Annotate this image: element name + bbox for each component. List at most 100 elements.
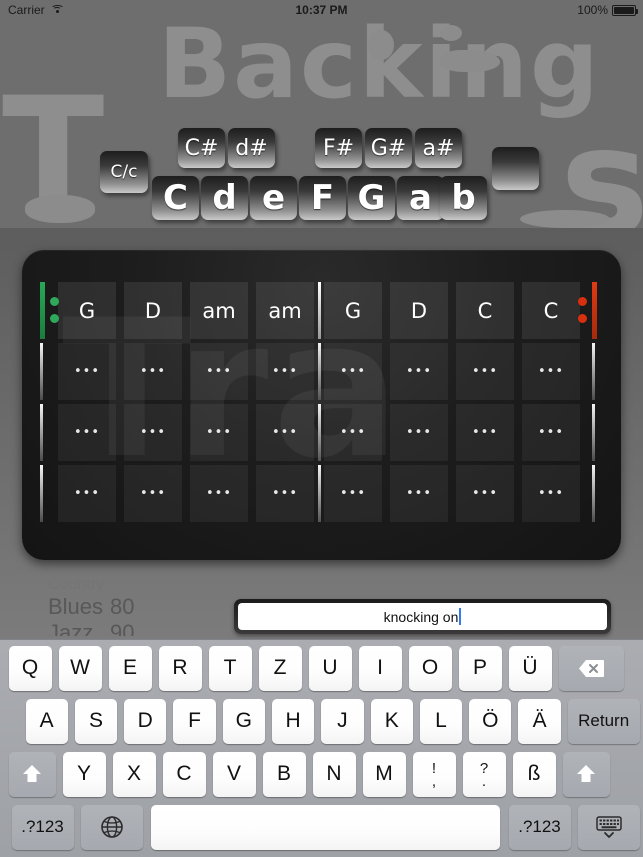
chord-button-label: F bbox=[310, 178, 335, 218]
chord-button-a[interactable]: a bbox=[397, 176, 444, 220]
chord-cell[interactable]: D bbox=[390, 282, 448, 339]
chord-cell[interactable]: ••• bbox=[124, 465, 182, 522]
status-bar: Carrier 10:37 PM 100% bbox=[0, 0, 643, 20]
key-c[interactable]: C bbox=[162, 751, 206, 797]
key-z[interactable]: Z bbox=[258, 645, 302, 691]
chord-cell[interactable]: ••• bbox=[522, 465, 580, 522]
key-w[interactable]: W bbox=[58, 645, 102, 691]
chord-cell[interactable]: am bbox=[190, 282, 248, 339]
chord-cell[interactable]: ••• bbox=[522, 404, 580, 461]
return-key[interactable]: Return bbox=[567, 698, 640, 744]
key-o[interactable]: O bbox=[408, 645, 452, 691]
chord-cell[interactable]: D bbox=[124, 282, 182, 339]
chord-button-label: G# bbox=[370, 135, 407, 161]
chord-cell[interactable]: ••• bbox=[58, 343, 116, 400]
numeric-key-right[interactable]: .?123 bbox=[508, 804, 571, 850]
clock-label: 10:37 PM bbox=[295, 3, 348, 17]
chord-button-label: G bbox=[357, 178, 386, 218]
key-e[interactable]: E bbox=[108, 645, 152, 691]
chord-button-c-sharp[interactable]: C# bbox=[178, 128, 225, 168]
key-i[interactable]: I bbox=[358, 645, 402, 691]
key-v[interactable]: V bbox=[212, 751, 256, 797]
key-s[interactable]: S bbox=[74, 698, 118, 744]
chord-cell[interactable]: ••• bbox=[324, 465, 382, 522]
chord-case-toggle[interactable]: C/c bbox=[100, 151, 148, 193]
chord-cell[interactable]: ••• bbox=[124, 404, 182, 461]
key-g[interactable]: G bbox=[222, 698, 265, 744]
globe-key[interactable] bbox=[80, 804, 143, 850]
key-r[interactable]: R bbox=[158, 645, 202, 691]
chord-button-c[interactable]: C bbox=[152, 176, 199, 220]
key-j[interactable]: J bbox=[321, 698, 364, 744]
key-eszett[interactable]: ß bbox=[512, 751, 556, 797]
chord-cell[interactable]: ••• bbox=[58, 404, 116, 461]
chord-cell[interactable]: ••• bbox=[190, 404, 248, 461]
chord-button-b[interactable]: b bbox=[440, 176, 487, 220]
chord-button-f-sharp[interactable]: F# bbox=[315, 128, 362, 168]
key-a-umlaut[interactable]: Ä bbox=[518, 698, 561, 744]
key-h[interactable]: H bbox=[271, 698, 315, 744]
key-a[interactable]: A bbox=[25, 698, 68, 744]
space-key[interactable] bbox=[151, 804, 500, 850]
chord-cell[interactable]: ••• bbox=[456, 465, 514, 522]
key-o-umlaut[interactable]: Ö bbox=[469, 698, 512, 744]
key-x[interactable]: X bbox=[112, 751, 156, 797]
key-m[interactable]: M bbox=[362, 751, 406, 797]
chord-cell[interactable]: ••• bbox=[190, 465, 248, 522]
key-q[interactable]: Q bbox=[8, 645, 52, 691]
key-t[interactable]: T bbox=[208, 645, 252, 691]
key-b[interactable]: B bbox=[262, 751, 306, 797]
key-exclamation-comma[interactable]: ! , bbox=[412, 751, 456, 797]
repeat-end-dot bbox=[578, 297, 587, 306]
key-y[interactable]: Y bbox=[62, 751, 106, 797]
chord-button-label: b bbox=[451, 178, 476, 218]
chord-grid-row: ••• ••• ••• ••• ••• ••• ••• ••• bbox=[40, 465, 595, 522]
key-question-period[interactable]: ? . bbox=[462, 751, 506, 797]
chord-button-extra[interactable] bbox=[492, 147, 539, 190]
chord-cell[interactable]: ••• bbox=[190, 343, 248, 400]
chord-button-g-sharp[interactable]: G# bbox=[365, 128, 412, 168]
chord-button-a-sharp[interactable]: a# bbox=[415, 128, 462, 168]
key-f[interactable]: F bbox=[173, 698, 216, 744]
chord-cell[interactable]: ••• bbox=[456, 404, 514, 461]
backspace-key[interactable] bbox=[558, 645, 624, 691]
key-p[interactable]: P bbox=[458, 645, 502, 691]
chord-button-f[interactable]: F bbox=[299, 176, 346, 220]
chord-button-d-sharp[interactable]: d# bbox=[228, 128, 275, 168]
cell-spacer bbox=[448, 465, 456, 522]
chord-cell[interactable]: ••• bbox=[324, 343, 382, 400]
chord-cell[interactable]: ••• bbox=[256, 465, 314, 522]
chord-button-g[interactable]: G bbox=[348, 176, 395, 220]
chord-cell[interactable]: C bbox=[456, 282, 514, 339]
chord-cell[interactable]: ••• bbox=[58, 465, 116, 522]
chord-cell[interactable]: ••• bbox=[256, 343, 314, 400]
key-n[interactable]: N bbox=[312, 751, 356, 797]
chord-cell[interactable]: am bbox=[256, 282, 314, 339]
chord-cell[interactable]: ••• bbox=[522, 343, 580, 400]
key-k[interactable]: K bbox=[370, 698, 413, 744]
shift-key-left[interactable] bbox=[8, 751, 56, 797]
shift-key-right[interactable] bbox=[562, 751, 610, 797]
chord-cell[interactable]: C bbox=[522, 282, 580, 339]
chord-button-e[interactable]: e bbox=[250, 176, 297, 220]
key-u[interactable]: U bbox=[308, 645, 352, 691]
chord-cell[interactable]: G bbox=[324, 282, 382, 339]
numeric-key-left[interactable]: .?123 bbox=[11, 804, 74, 850]
key-l[interactable]: L bbox=[419, 698, 463, 744]
chord-cell[interactable]: ••• bbox=[256, 404, 314, 461]
key-u-umlaut[interactable]: Ü bbox=[508, 645, 552, 691]
chord-cell[interactable]: ••• bbox=[456, 343, 514, 400]
chord-cell[interactable]: ••• bbox=[124, 343, 182, 400]
chord-cell[interactable]: ••• bbox=[390, 404, 448, 461]
cell-spacer bbox=[248, 343, 256, 400]
chord-cell[interactable]: ••• bbox=[390, 343, 448, 400]
chord-button-d[interactable]: d bbox=[201, 176, 248, 220]
key-d[interactable]: D bbox=[124, 698, 167, 744]
chord-cell[interactable]: G bbox=[58, 282, 116, 339]
cell-spacer bbox=[182, 282, 190, 339]
list-item[interactable]: Country bbox=[0, 576, 643, 594]
chord-cell[interactable]: ••• bbox=[324, 404, 382, 461]
song-title-input[interactable]: knocking on bbox=[238, 603, 607, 630]
hide-keyboard-key[interactable] bbox=[577, 804, 640, 850]
chord-cell[interactable]: ••• bbox=[390, 465, 448, 522]
